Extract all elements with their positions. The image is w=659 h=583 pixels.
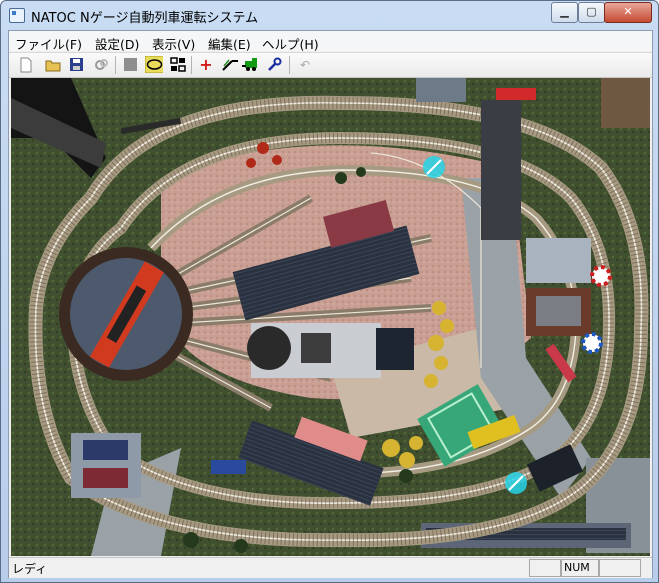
toolbar-separator <box>289 56 290 74</box>
num-lock-indicator: NUM <box>561 559 599 577</box>
title-bar[interactable]: NATOC Nゲージ自動列車運転システム ▁ ▢ ✕ <box>1 1 658 29</box>
train-layout-photo <box>11 78 650 556</box>
sensor-icon[interactable] <box>265 56 283 73</box>
client-area: ファイル(F) 設定(D) 表示(V) 編集(E) ヘルプ(H) + ↶ レディ… <box>8 30 653 578</box>
menu-view[interactable]: 表示(V) <box>152 34 195 53</box>
block-icon[interactable] <box>169 56 187 73</box>
toolbar-separator <box>115 56 116 74</box>
locomotive-icon[interactable] <box>241 56 259 73</box>
point-icon[interactable] <box>221 56 239 73</box>
status-pane-scroll <box>599 559 641 577</box>
status-text: レディ <box>12 562 48 576</box>
app-icon <box>9 8 25 23</box>
add-icon[interactable]: + <box>197 55 215 74</box>
tool-icon[interactable] <box>92 56 110 73</box>
menu-file[interactable]: ファイル(F) <box>15 34 82 53</box>
window-title: NATOC Nゲージ自動列車運転システム <box>31 11 259 26</box>
menu-bar: ファイル(F) 設定(D) 表示(V) 編集(E) ヘルプ(H) <box>9 31 652 53</box>
close-button[interactable]: ✕ <box>604 2 652 23</box>
minimize-button[interactable]: ▁ <box>551 2 578 23</box>
new-icon[interactable] <box>17 56 35 73</box>
app-window: NATOC Nゲージ自動列車運転システム ▁ ▢ ✕ ファイル(F) 設定(D)… <box>0 0 659 583</box>
undo-icon[interactable]: ↶ <box>296 56 314 73</box>
layout-view[interactable] <box>11 78 650 556</box>
stop-icon[interactable] <box>121 56 139 73</box>
status-bar: レディ NUM <box>9 557 652 578</box>
open-icon[interactable] <box>44 56 62 73</box>
track-oval-icon[interactable] <box>145 56 163 73</box>
toolbar: + ↶ <box>9 52 652 78</box>
toolbar-separator <box>191 56 192 74</box>
maximize-button[interactable]: ▢ <box>578 2 605 23</box>
menu-help[interactable]: ヘルプ(H) <box>262 34 319 53</box>
save-icon[interactable] <box>67 56 85 73</box>
menu-edit[interactable]: 編集(E) <box>208 34 251 53</box>
menu-settings[interactable]: 設定(D) <box>95 34 139 53</box>
status-pane-empty <box>529 559 561 577</box>
